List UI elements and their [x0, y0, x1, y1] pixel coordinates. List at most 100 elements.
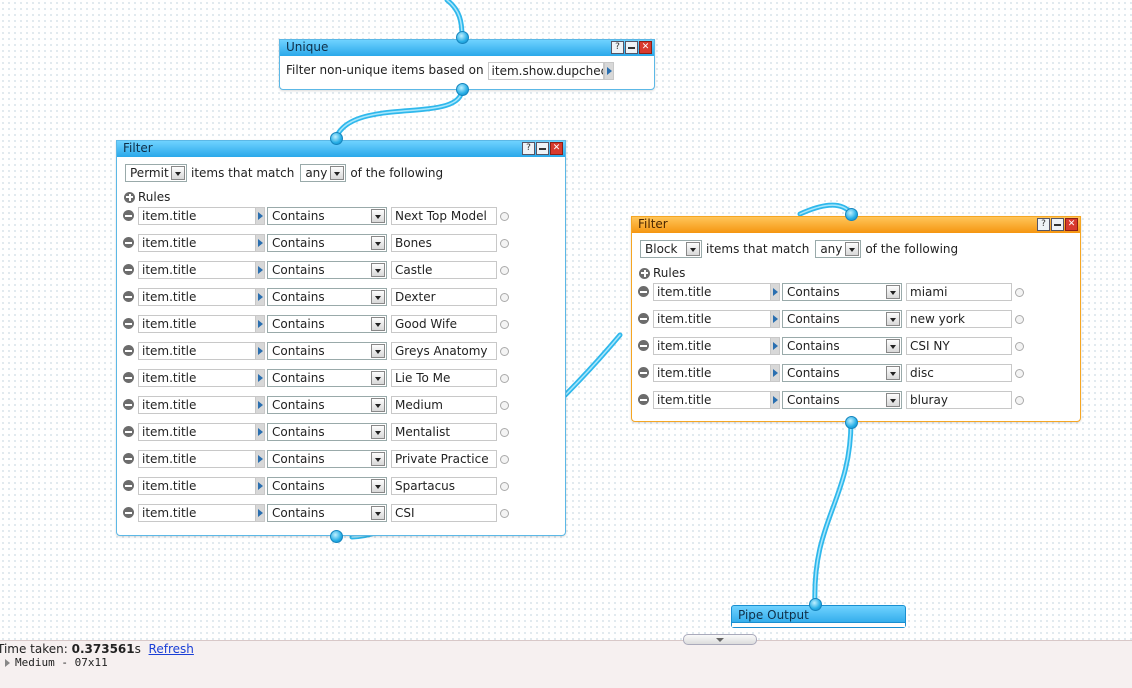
rule-field-input[interactable]: item.title: [653, 337, 771, 355]
rule-value-terminal[interactable]: [500, 239, 509, 248]
chevron-down-icon[interactable]: [845, 242, 860, 256]
field-picker-arrow-icon[interactable]: [255, 369, 265, 387]
close-icon[interactable]: ✕: [639, 41, 652, 54]
field-picker-arrow-icon[interactable]: [255, 207, 265, 225]
rule-field-input[interactable]: item.title: [138, 207, 256, 225]
rule-value-input[interactable]: CSI: [391, 504, 497, 522]
unique-output-terminal[interactable]: [456, 83, 469, 96]
rule-operator-select[interactable]: Contains: [267, 450, 387, 468]
chevron-down-icon[interactable]: [371, 263, 385, 277]
rule-operator-select[interactable]: Contains: [267, 315, 387, 333]
unique-input-terminal[interactable]: [456, 31, 469, 44]
remove-rule-icon[interactable]: [123, 453, 134, 464]
remove-rule-icon[interactable]: [123, 426, 134, 437]
remove-rule-icon[interactable]: [638, 367, 649, 378]
filter-left-mode-select[interactable]: Permit: [125, 164, 187, 182]
field-picker-arrow-icon[interactable]: [255, 234, 265, 252]
rule-operator-select[interactable]: Contains: [782, 310, 902, 328]
remove-rule-icon[interactable]: [638, 394, 649, 405]
rule-field-input[interactable]: item.title: [138, 288, 256, 306]
chevron-down-icon[interactable]: [371, 452, 385, 466]
chevron-down-icon[interactable]: [371, 290, 385, 304]
rule-value-terminal[interactable]: [1015, 342, 1024, 351]
rule-value-terminal[interactable]: [500, 455, 509, 464]
field-picker-arrow-icon[interactable]: [255, 504, 265, 522]
chevron-down-icon[interactable]: [371, 425, 385, 439]
rule-value-input[interactable]: Medium: [391, 396, 497, 414]
unique-module-header[interactable]: Unique ? ✕: [280, 40, 654, 56]
help-icon[interactable]: ?: [611, 41, 624, 54]
unique-module[interactable]: Unique ? ✕ Filter non-unique items based…: [279, 39, 655, 90]
rule-value-input[interactable]: Mentalist: [391, 423, 497, 441]
rule-value-input[interactable]: miami: [906, 283, 1012, 301]
help-icon[interactable]: ?: [522, 142, 535, 155]
rule-operator-select[interactable]: Contains: [782, 283, 902, 301]
rule-operator-select[interactable]: Contains: [267, 504, 387, 522]
rule-field-input[interactable]: item.title: [653, 283, 771, 301]
rule-value-terminal[interactable]: [500, 293, 509, 302]
rule-value-input[interactable]: disc: [906, 364, 1012, 382]
rule-field-input[interactable]: item.title: [138, 234, 256, 252]
chevron-down-icon[interactable]: [330, 166, 345, 180]
chevron-down-icon[interactable]: [886, 393, 900, 407]
filter-left-header[interactable]: Filter ? ✕: [117, 141, 565, 157]
filter-left-input-terminal[interactable]: [330, 132, 343, 145]
field-picker-arrow-icon[interactable]: [255, 288, 265, 306]
rule-field-input[interactable]: item.title: [138, 369, 256, 387]
remove-rule-icon[interactable]: [638, 286, 649, 297]
remove-rule-icon[interactable]: [123, 264, 134, 275]
rule-field-input[interactable]: item.title: [653, 364, 771, 382]
filter-right-output-terminal[interactable]: [845, 416, 858, 429]
debug-item-row[interactable]: Medium - 07x11: [5, 656, 108, 669]
rule-value-terminal[interactable]: [500, 266, 509, 275]
rule-field-input[interactable]: item.title: [653, 310, 771, 328]
rule-value-terminal[interactable]: [1015, 369, 1024, 378]
rule-field-input[interactable]: item.title: [138, 450, 256, 468]
rule-value-input[interactable]: Castle: [391, 261, 497, 279]
rule-value-input[interactable]: bluray: [906, 391, 1012, 409]
field-picker-arrow-icon[interactable]: [770, 364, 780, 382]
rule-field-input[interactable]: item.title: [138, 477, 256, 495]
filter-right-match-select[interactable]: any: [815, 240, 862, 258]
rule-value-terminal[interactable]: [500, 401, 509, 410]
filter-right-header[interactable]: Filter ? ✕: [632, 217, 1080, 233]
filter-module-block[interactable]: Filter ? ✕ Block items that match any of…: [631, 216, 1081, 422]
rule-operator-select[interactable]: Contains: [267, 369, 387, 387]
rule-operator-select[interactable]: Contains: [782, 364, 902, 382]
rule-field-input[interactable]: item.title: [138, 342, 256, 360]
chevron-down-icon[interactable]: [371, 506, 385, 520]
rule-operator-select[interactable]: Contains: [267, 234, 387, 252]
remove-rule-icon[interactable]: [123, 345, 134, 356]
close-icon[interactable]: ✕: [550, 142, 563, 155]
minimize-icon[interactable]: [536, 142, 549, 155]
remove-rule-icon[interactable]: [638, 313, 649, 324]
rule-field-input[interactable]: item.title: [138, 315, 256, 333]
chevron-down-icon[interactable]: [371, 209, 385, 223]
rule-operator-select[interactable]: Contains: [267, 396, 387, 414]
remove-rule-icon[interactable]: [123, 507, 134, 518]
chevron-down-icon[interactable]: [371, 344, 385, 358]
chevron-down-icon[interactable]: [886, 366, 900, 380]
field-picker-arrow-icon[interactable]: [770, 310, 780, 328]
remove-rule-icon[interactable]: [123, 480, 134, 491]
chevron-down-icon[interactable]: [371, 236, 385, 250]
rule-value-terminal[interactable]: [500, 347, 509, 356]
rule-operator-select[interactable]: Contains: [267, 288, 387, 306]
remove-rule-icon[interactable]: [123, 318, 134, 329]
rule-operator-select[interactable]: Contains: [782, 337, 902, 355]
add-rule-icon[interactable]: [124, 191, 135, 203]
remove-rule-icon[interactable]: [123, 237, 134, 248]
rule-value-input[interactable]: Private Practice: [391, 450, 497, 468]
unique-field-input[interactable]: item.show.dupcheck: [487, 62, 604, 80]
chevron-down-icon[interactable]: [371, 479, 385, 493]
rule-operator-select[interactable]: Contains: [267, 342, 387, 360]
remove-rule-icon[interactable]: [123, 291, 134, 302]
remove-rule-icon[interactable]: [638, 340, 649, 351]
chevron-down-icon[interactable]: [371, 398, 385, 412]
rule-value-terminal[interactable]: [1015, 288, 1024, 297]
rule-value-terminal[interactable]: [1015, 315, 1024, 324]
chevron-down-icon[interactable]: [886, 285, 900, 299]
rule-operator-select[interactable]: Contains: [267, 207, 387, 225]
close-icon[interactable]: ✕: [1065, 218, 1078, 231]
field-picker-arrow-icon[interactable]: [770, 337, 780, 355]
